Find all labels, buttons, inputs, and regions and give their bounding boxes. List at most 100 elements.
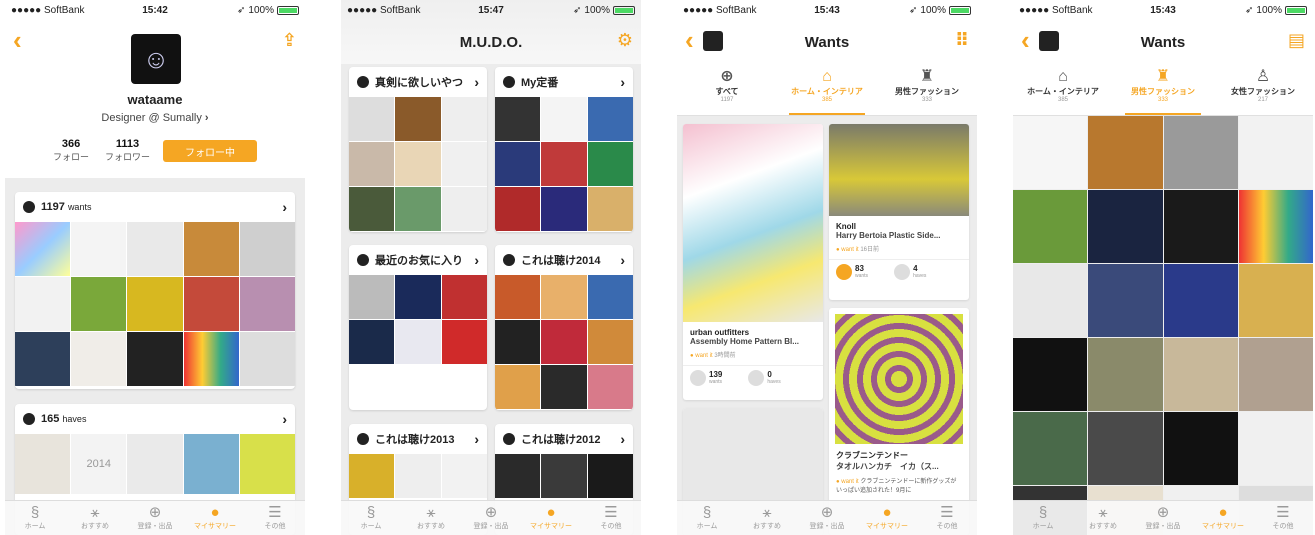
thumbnail[interactable] (349, 275, 395, 319)
product-thumbnail[interactable] (1013, 190, 1088, 263)
pin-card[interactable]: urban outfitters Assembly Home Pattern B… (683, 124, 823, 400)
collection-card[interactable]: 真剣に欲しいやつ › (349, 67, 487, 232)
thumbnail[interactable] (15, 222, 71, 276)
grid-view-icon[interactable]: ⠿ (955, 30, 969, 51)
thumbnail[interactable] (239, 222, 295, 276)
tab-recommend[interactable]: ⚹ おすすめ (737, 501, 797, 535)
tab-my-summary[interactable]: ● マイサマリー (1193, 501, 1253, 535)
thumbnail[interactable] (395, 275, 441, 319)
back-chevron-icon[interactable]: ‹ (13, 27, 22, 53)
thumbnail[interactable] (71, 332, 127, 386)
thumbnail[interactable] (349, 454, 395, 498)
thumbnail[interactable] (587, 275, 633, 319)
product-thumbnail[interactable] (1163, 264, 1238, 337)
thumbnail[interactable] (495, 275, 541, 319)
thumbnail[interactable] (349, 187, 395, 231)
thumbnail[interactable] (541, 97, 587, 141)
thumbnail[interactable] (541, 454, 587, 498)
category-tab-home-interior[interactable]: ⌂ ホーム・インテリア 385 (1013, 64, 1113, 115)
thumbnail[interactable] (495, 142, 541, 186)
thumbnail[interactable] (441, 187, 487, 231)
have-count[interactable]: 0 haves (748, 369, 781, 386)
product-thumbnail[interactable] (1163, 412, 1238, 485)
thumbnail[interactable] (587, 320, 633, 364)
followers-stat[interactable]: 1113 フォロワー (105, 138, 150, 163)
list-view-icon[interactable]: ▤ (1288, 30, 1305, 51)
tab-other[interactable]: ☰ その他 (1253, 501, 1313, 535)
avatar[interactable]: ☺ (131, 34, 181, 84)
profile-subtitle[interactable]: Designer @ Sumally › (5, 112, 305, 124)
product-thumbnail[interactable] (1088, 412, 1163, 485)
thumbnail[interactable] (495, 187, 541, 231)
thumbnail[interactable] (183, 434, 239, 494)
category-tab-all[interactable]: ⊕ すべて 1197 (677, 64, 777, 115)
thumbnail[interactable] (349, 142, 395, 186)
thumbnail[interactable] (127, 332, 183, 386)
collection-header[interactable]: 真剣に欲しいやつ › (349, 67, 487, 97)
pin-image[interactable] (683, 124, 823, 322)
tab-post[interactable]: ⊕ 登録・出品 (1133, 501, 1193, 535)
pin-image[interactable] (829, 124, 969, 216)
thumbnail[interactable] (183, 277, 239, 331)
tab-post[interactable]: ⊕ 登録・出品 (461, 501, 521, 535)
pin-image[interactable] (835, 314, 963, 444)
collection-card[interactable]: これは聴け2014 › (495, 245, 633, 410)
collection-header[interactable]: これは聴け2012 › (495, 424, 633, 454)
share-icon[interactable]: ⇪ (282, 30, 297, 51)
thumbnail[interactable] (587, 97, 633, 141)
thumbnail[interactable] (541, 275, 587, 319)
thumbnail[interactable] (541, 187, 587, 231)
thumbnail[interactable] (127, 277, 183, 331)
product-thumbnail[interactable] (1088, 264, 1163, 337)
thumbnail[interactable] (183, 332, 239, 386)
product-thumbnail[interactable] (1238, 412, 1313, 485)
product-thumbnail[interactable] (1088, 338, 1163, 411)
collection-header[interactable]: My定番 › (495, 67, 633, 97)
tab-post[interactable]: ⊕ 登録・出品 (797, 501, 857, 535)
thumbnail[interactable] (541, 365, 587, 409)
thumbnail[interactable] (441, 142, 487, 186)
tab-home[interactable]: § ホーム (5, 501, 65, 535)
collection-card[interactable]: 最近のお気に入り › (349, 245, 487, 410)
tab-my-summary[interactable]: ● マイサマリー (521, 501, 581, 535)
thumbnail[interactable] (239, 332, 295, 386)
pin-card[interactable]: Knoll Harry Bertoia Plastic Side... ● wa… (829, 124, 969, 300)
back-chevron-icon[interactable]: ‹ (685, 27, 694, 53)
product-thumbnail[interactable] (1238, 116, 1313, 189)
avatar[interactable] (703, 31, 723, 51)
collection-header[interactable]: 最近のお気に入り › (349, 245, 487, 275)
product-thumbnail[interactable] (1163, 190, 1238, 263)
thumbnail[interactable] (441, 275, 487, 319)
thumbnail[interactable] (395, 187, 441, 231)
thumbnail[interactable] (395, 454, 441, 498)
tab-recommend[interactable]: ⚹ おすすめ (65, 501, 125, 535)
want-count[interactable]: 139 wants (690, 369, 722, 386)
have-count[interactable]: 4 haves (894, 263, 926, 280)
product-thumbnail[interactable] (1088, 190, 1163, 263)
thumbnail[interactable] (127, 434, 183, 494)
tab-post[interactable]: ⊕ 登録・出品 (125, 501, 185, 535)
category-tab-mens-fashion[interactable]: ♜ 男性ファッション 333 (1113, 64, 1213, 115)
haves-card-header[interactable]: 165 haves › (15, 404, 295, 434)
category-tab-mens-fashion[interactable]: ♜ 男性ファッション 333 (877, 64, 977, 115)
thumbnail[interactable] (395, 97, 441, 141)
thumbnail[interactable] (441, 454, 487, 498)
thumbnail[interactable] (349, 97, 395, 141)
gear-icon[interactable]: ⚙ (617, 30, 633, 51)
thumbnail[interactable] (15, 332, 71, 386)
product-thumbnail[interactable] (1013, 412, 1088, 485)
thumbnail[interactable] (587, 454, 633, 498)
thumbnail[interactable] (541, 142, 587, 186)
thumbnail[interactable] (495, 320, 541, 364)
product-thumbnail[interactable] (1013, 116, 1088, 189)
product-thumbnail[interactable] (1238, 338, 1313, 411)
thumbnail[interactable] (15, 277, 71, 331)
tab-other[interactable]: ☰ その他 (245, 501, 305, 535)
thumbnail[interactable] (587, 142, 633, 186)
product-thumbnail[interactable] (1163, 116, 1238, 189)
tab-home[interactable]: § ホーム (1013, 501, 1073, 535)
thumbnail[interactable] (183, 222, 239, 276)
thumbnail[interactable] (349, 320, 395, 364)
thumbnail[interactable] (15, 434, 71, 494)
category-tab-womens-fashion[interactable]: ♙ 女性ファッション 217 (1213, 64, 1313, 115)
